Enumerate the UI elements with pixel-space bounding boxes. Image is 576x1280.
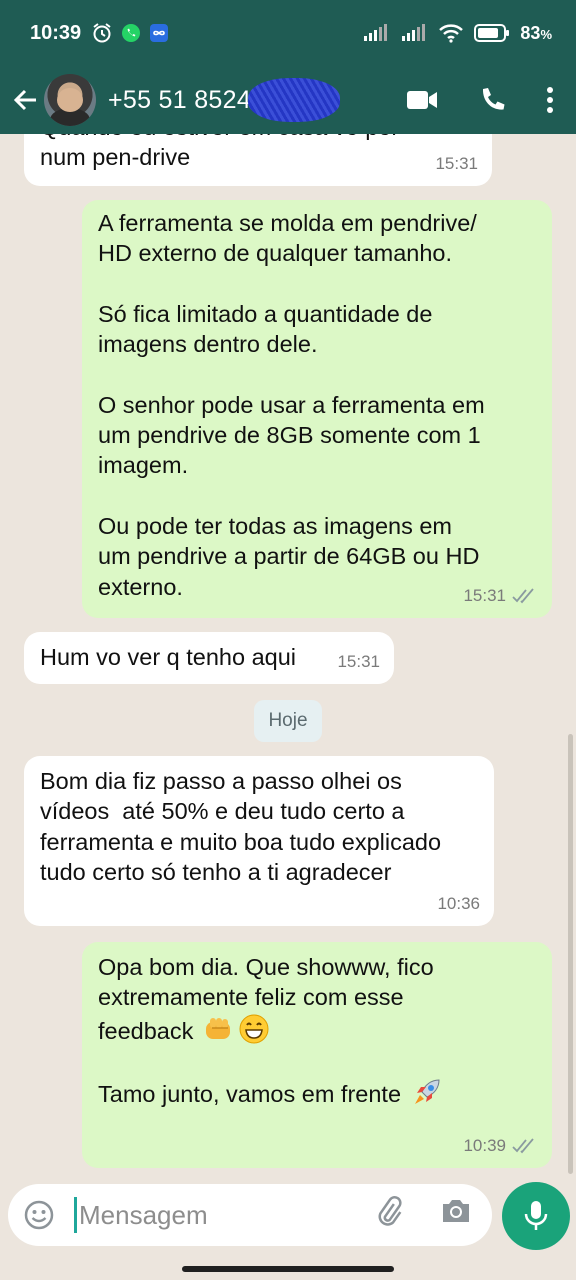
message-bubble-incoming[interactable]: Quando eu estiver em casa vo por num pen… xyxy=(24,134,492,186)
mic-button[interactable] xyxy=(502,1182,570,1250)
emoji-picker-icon[interactable] xyxy=(22,1198,56,1232)
status-time: 10:39 xyxy=(30,21,82,44)
text-caret xyxy=(74,1197,77,1233)
composer-bar xyxy=(0,1180,576,1250)
read-ticks-icon xyxy=(512,588,538,604)
microphone-icon xyxy=(524,1201,548,1230)
message-bubble-outgoing[interactable]: Opa bom dia. Que showww, fico extremamen… xyxy=(82,942,552,1168)
back-button[interactable] xyxy=(6,74,46,126)
navigation-bar xyxy=(0,1250,576,1280)
message-bubble-outgoing[interactable]: A ferramenta se molda em pendrive/ HD ex… xyxy=(82,200,552,618)
message-text: A ferramenta se molda em pendrive/ HD ex… xyxy=(98,210,485,600)
battery-icon xyxy=(474,24,510,42)
whatsapp-icon xyxy=(121,23,141,43)
grinning-emoji-icon xyxy=(238,1013,270,1045)
message-time: 15:31 xyxy=(337,651,380,671)
voice-call-icon[interactable] xyxy=(478,86,506,114)
attach-icon[interactable] xyxy=(372,1194,406,1228)
chat-area[interactable]: Quando eu estiver em casa vo por num pen… xyxy=(0,134,576,1180)
composer-pill xyxy=(8,1184,492,1246)
message-time: 10:36 xyxy=(437,893,480,913)
fist-emoji-icon xyxy=(203,1013,235,1045)
home-indicator[interactable] xyxy=(182,1266,394,1272)
signal-icon xyxy=(362,24,390,42)
message-text: Hum vo ver q tenho aqui xyxy=(40,644,297,670)
message-text: Quando eu estiver em casa vo por num pen… xyxy=(40,134,399,171)
message-input[interactable] xyxy=(79,1199,369,1231)
more-options-icon[interactable] xyxy=(546,86,554,114)
video-call-icon[interactable] xyxy=(406,89,438,111)
message-text: Opa bom dia. Que showww, fico extremamen… xyxy=(98,952,536,1109)
date-separator: Hoje xyxy=(254,700,322,742)
camera-icon[interactable] xyxy=(438,1194,474,1228)
rocket-emoji-icon xyxy=(411,1076,443,1108)
avatar[interactable] xyxy=(44,74,96,126)
message-bubble-incoming[interactable]: Hum vo ver q tenho aqui 15:31 xyxy=(24,632,394,684)
scrollbar[interactable] xyxy=(568,734,573,1174)
battery-level: 83% xyxy=(520,22,552,43)
link-icon xyxy=(149,23,169,43)
alarm-icon xyxy=(91,22,113,44)
chat-header: +55 51 8524 xyxy=(0,66,576,134)
back-arrow-icon xyxy=(13,89,36,111)
read-ticks-icon xyxy=(512,1138,538,1154)
message-time: 15:31 xyxy=(435,153,478,173)
redaction-scribble xyxy=(248,77,340,122)
message-time: 15:31 xyxy=(463,585,506,605)
contact-name[interactable]: +55 51 8524 xyxy=(108,77,340,122)
wifi-icon xyxy=(438,23,464,43)
message-time: 10:39 xyxy=(463,1135,506,1155)
signal-icon-2 xyxy=(400,24,428,42)
status-bar: 10:39 83% xyxy=(0,0,576,66)
message-bubble-incoming[interactable]: Bom dia fiz passo a passo olhei os vídeo… xyxy=(24,756,494,926)
message-text: Bom dia fiz passo a passo olhei os vídeo… xyxy=(40,768,442,885)
